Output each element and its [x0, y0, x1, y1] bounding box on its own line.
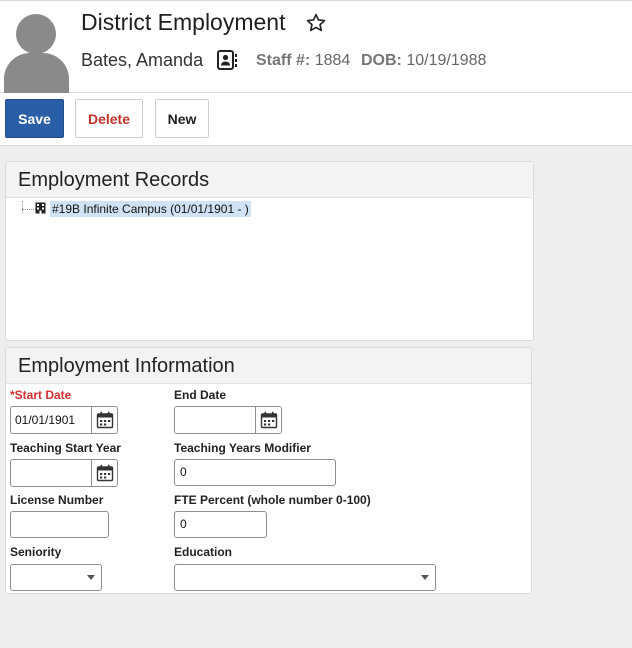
start-date-value: 01/01/1901: [15, 413, 76, 427]
employment-records-title: Employment Records: [6, 162, 533, 198]
calendar-icon[interactable]: [260, 411, 278, 429]
chevron-down-icon: [87, 575, 95, 580]
staff-number-label: Staff #:: [256, 52, 311, 69]
tree-connector: [22, 209, 36, 210]
start-date-label-text: Start Date: [14, 388, 72, 402]
education-select[interactable]: [174, 564, 436, 591]
calendar-icon[interactable]: [96, 464, 114, 482]
employment-record-item[interactable]: #19B Infinite Campus (01/01/1901 - ): [50, 201, 251, 217]
building-icon: [35, 202, 46, 214]
start-date-field[interactable]: 01/01/1901: [10, 406, 118, 434]
field-divider: [91, 460, 92, 486]
fte-percent-input[interactable]: 0: [174, 511, 267, 538]
employment-information-title: Employment Information: [6, 348, 531, 384]
teaching-start-year-label: Teaching Start Year: [10, 441, 121, 455]
seniority-label: Seniority: [10, 545, 62, 559]
calendar-icon[interactable]: [96, 411, 114, 429]
license-number-input[interactable]: [10, 511, 109, 538]
dob-label: DOB:: [361, 52, 402, 69]
field-divider: [255, 407, 256, 433]
chevron-down-icon: [421, 575, 429, 580]
fte-percent-label: FTE Percent (whole number 0-100): [174, 493, 371, 507]
date-of-birth: DOB: 10/19/1988: [361, 52, 486, 70]
field-divider: [91, 407, 92, 433]
end-date-field[interactable]: [174, 406, 282, 434]
end-date-label: End Date: [174, 388, 227, 402]
employment-records-panel: Employment Records #19B Infinite Campus …: [5, 161, 534, 341]
save-button[interactable]: Save: [5, 99, 64, 138]
seniority-select[interactable]: [10, 564, 102, 591]
teaching-start-year-field[interactable]: [10, 459, 118, 487]
license-number-label: License Number: [10, 493, 104, 507]
start-date-label: *Start Date: [10, 388, 71, 402]
dob-value: 10/19/1988: [406, 52, 487, 69]
avatar-head: [16, 14, 56, 54]
teaching-years-modifier-label: Teaching Years Modifier: [174, 441, 311, 455]
staff-number: Staff #: 1884: [256, 52, 350, 70]
person-name: Bates, Amanda: [81, 50, 204, 70]
avatar-body: [4, 53, 69, 93]
page-header: District Employment Bates, Amanda Staff …: [0, 0, 632, 93]
tree-connector: [22, 201, 23, 213]
action-toolbar: Save Delete New: [0, 93, 632, 146]
delete-button[interactable]: Delete: [75, 99, 143, 138]
teaching-years-modifier-input[interactable]: 0: [174, 459, 336, 486]
new-button[interactable]: New: [155, 99, 209, 138]
page-title: District Employment: [81, 9, 286, 35]
employment-information-panel: Employment Information *Start Date 01/01…: [5, 347, 532, 594]
star-outline-icon[interactable]: [305, 12, 327, 34]
avatar: [4, 13, 69, 93]
contact-card-icon[interactable]: [216, 49, 238, 71]
staff-number-value: 1884: [314, 52, 351, 69]
education-label: Education: [174, 545, 233, 559]
